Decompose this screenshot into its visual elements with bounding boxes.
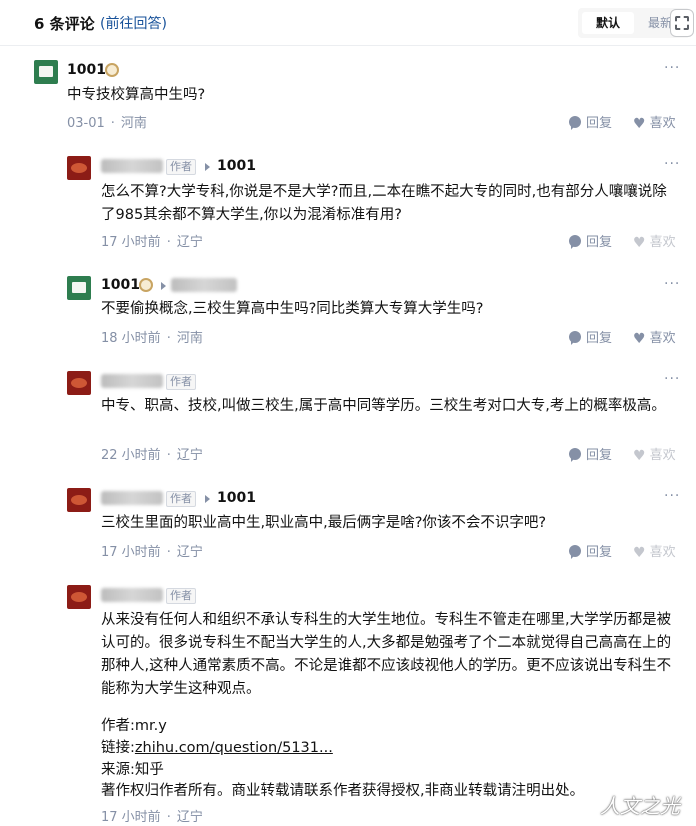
watermark: 人文之光 bbox=[600, 794, 680, 818]
comment-text: 怎么不算?大学专科,你说是不是大学?而且,二本在瞧不起大专的同时,也有部分人嚷嚷… bbox=[101, 184, 667, 223]
reply-button[interactable]: 回复 bbox=[569, 541, 612, 560]
reply-to-name[interactable]: 1001 bbox=[217, 158, 256, 174]
comment-bubble-icon bbox=[569, 116, 581, 130]
avatar[interactable] bbox=[67, 585, 91, 609]
copyright-notice: 著作权归作者所有。商业转载请联系作者获得授权,非商业转载请注明出处。 bbox=[101, 783, 585, 799]
like-button[interactable]: ♥ 喜欢 bbox=[633, 541, 676, 561]
comment-location: 河南 bbox=[176, 331, 203, 346]
heart-icon: ♥ bbox=[633, 331, 646, 347]
more-dots-icon[interactable]: ··· bbox=[664, 60, 680, 76]
reply-button[interactable]: 回复 bbox=[569, 327, 612, 346]
reply-button[interactable]: 回复 bbox=[569, 444, 612, 463]
comment-date: 18 小时前 bbox=[101, 331, 161, 346]
gold-badge-icon bbox=[105, 63, 119, 77]
heart-icon: ♥ bbox=[633, 116, 646, 132]
comment-location: 辽宁 bbox=[176, 448, 203, 463]
reply-arrow-icon bbox=[205, 495, 210, 503]
reply-arrow-icon bbox=[161, 282, 166, 290]
comment-location: 辽宁 bbox=[176, 235, 203, 250]
reply-button[interactable]: 回复 bbox=[569, 112, 612, 131]
blurred-author-name bbox=[101, 159, 163, 173]
comment-date: 03-01 bbox=[67, 116, 105, 131]
reply-to-name[interactable]: 1001 bbox=[217, 490, 256, 506]
comment-location: 河南 bbox=[120, 116, 147, 131]
blurred-author-name bbox=[101, 374, 163, 388]
comment-meta: 18 小时前 · 河南 bbox=[101, 331, 203, 346]
comment-location: 辽宁 bbox=[176, 810, 203, 825]
more-dots-icon[interactable]: ··· bbox=[664, 276, 680, 292]
source-link-row: 链接:zhihu.com/question/5131... bbox=[101, 737, 333, 760]
author-tag: 作者 bbox=[166, 491, 196, 507]
like-button[interactable]: ♥ 喜欢 bbox=[633, 112, 676, 132]
comment-meta: 17 小时前 · 辽宁 bbox=[101, 545, 203, 560]
comment-date: 22 小时前 bbox=[101, 448, 161, 463]
author-name[interactable]: 1001 bbox=[101, 277, 140, 293]
avatar[interactable] bbox=[67, 488, 91, 512]
source-link[interactable]: zhihu.com/question/5131... bbox=[135, 740, 333, 756]
blurred-author-name bbox=[101, 491, 163, 505]
like-button[interactable]: ♥ 喜欢 bbox=[633, 444, 676, 464]
comment-text: 中专技校算高中生吗? bbox=[67, 87, 206, 103]
source-site: 来源:知乎 bbox=[101, 762, 164, 778]
comment-date: 17 小时前 bbox=[101, 810, 161, 825]
reply-arrow-icon bbox=[205, 163, 210, 171]
comment-bubble-icon bbox=[569, 448, 581, 462]
author-tag: 作者 bbox=[166, 374, 196, 390]
heart-icon: ♥ bbox=[633, 448, 646, 464]
comment-date: 17 小时前 bbox=[101, 235, 161, 250]
comment-text: 不要偷换概念,三校生算高中生吗?同比类算大专算大学生吗? bbox=[101, 301, 484, 317]
author-tag: 作者 bbox=[166, 159, 196, 175]
more-dots-icon[interactable]: ··· bbox=[664, 156, 680, 172]
heart-icon: ♥ bbox=[633, 545, 646, 561]
comment-bubble-icon bbox=[569, 235, 581, 249]
blurred-author-name bbox=[101, 588, 163, 602]
comment-meta: 17 小时前 · 辽宁 bbox=[101, 810, 203, 825]
comment-text: 中专、职高、技校,叫做三校生,属于高中同等学历。三校生考对口大专,考上的概率极高… bbox=[101, 398, 666, 414]
comment-bubble-icon bbox=[569, 545, 581, 559]
comment-item: 1001 ··· 中专技校算高中生吗? 03-01 · 河南 回复 ♥ 喜欢 bbox=[0, 0, 696, 140]
reply-button[interactable]: 回复 bbox=[569, 231, 612, 250]
comment-text: 三校生里面的职业高中生,职业高中,最后俩字是啥?你该不会不识字吧? bbox=[101, 515, 547, 531]
like-button[interactable]: ♥ 喜欢 bbox=[633, 327, 676, 347]
like-button[interactable]: ♥ 喜欢 bbox=[633, 231, 676, 251]
comment-bubble-icon bbox=[569, 331, 581, 345]
heart-icon: ♥ bbox=[633, 235, 646, 251]
more-dots-icon[interactable]: ··· bbox=[664, 488, 680, 504]
avatar[interactable] bbox=[67, 371, 91, 395]
avatar[interactable] bbox=[67, 276, 91, 300]
avatar[interactable] bbox=[67, 156, 91, 180]
blurred-reply-to-name bbox=[171, 278, 237, 292]
author-name[interactable]: 1001 bbox=[67, 62, 106, 78]
comment-date: 17 小时前 bbox=[101, 545, 161, 560]
avatar[interactable] bbox=[34, 60, 58, 84]
comment-meta: 17 小时前 · 辽宁 bbox=[101, 235, 203, 250]
author-tag: 作者 bbox=[166, 588, 196, 604]
comment-text: 从来没有任何人和组织不承认专科生的大学生地位。专科生不管走在哪里,大学学历都是被… bbox=[101, 612, 672, 697]
comment-location: 辽宁 bbox=[176, 545, 203, 560]
comment-meta: 03-01 · 河南 bbox=[67, 116, 147, 131]
more-dots-icon[interactable]: ··· bbox=[664, 371, 680, 387]
source-link-label: 链接: bbox=[101, 740, 135, 756]
source-author: 作者:mr.y bbox=[101, 718, 167, 734]
gold-badge-icon bbox=[139, 278, 153, 292]
comment-meta: 22 小时前 · 辽宁 bbox=[101, 448, 203, 463]
